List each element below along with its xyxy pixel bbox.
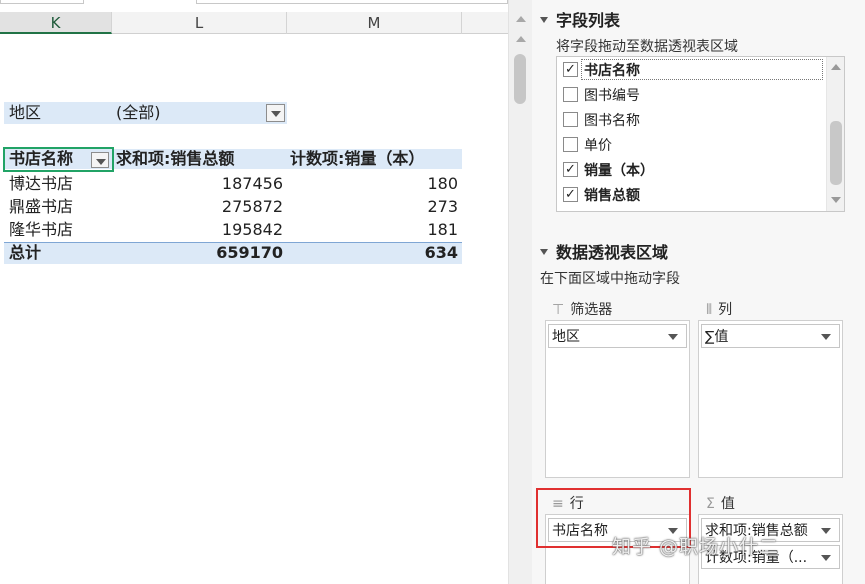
columns-area-item[interactable]: ∑值 (701, 324, 840, 348)
scrollbar-thumb[interactable] (514, 54, 526, 104)
pivot-header-quantity-count[interactable]: 计数项:销量（本） (290, 148, 424, 170)
filters-drop-area[interactable]: 地区 (545, 320, 690, 478)
checkbox-icon[interactable] (563, 136, 578, 152)
scroll-down-icon[interactable] (831, 197, 841, 203)
field-item-store-name[interactable]: ✓ 书店名称 (563, 60, 640, 82)
field-list-section-title[interactable]: 字段列表 (540, 7, 620, 31)
field-list-box: ✓ 书店名称 图书编号 图书名称 单价 ✓ 销量（本） ✓ 销售总额 (556, 56, 845, 212)
chevron-down-icon[interactable] (668, 334, 678, 340)
pivot-header-sales-sum[interactable]: 求和项:销售总额 (116, 148, 234, 170)
areas-hint: 在下面区域中拖动字段 (540, 271, 680, 287)
watermark-text: 知乎 @职场小什二 (612, 536, 780, 558)
funnel-icon: ⊤ (552, 302, 565, 318)
checkbox-icon[interactable] (563, 86, 578, 102)
field-item-book-name[interactable]: 图书名称 (563, 110, 640, 132)
field-list-title: 字段列表 (556, 11, 621, 30)
field-list-hint: 将字段拖动至数据透视表区域 (556, 39, 738, 55)
areas-title: 数据透视表区域 (556, 243, 669, 262)
checkbox-checked-icon[interactable]: ✓ (563, 186, 578, 202)
areas-section-title[interactable]: 数据透视表区域 (540, 239, 668, 263)
pivot-field-pane: 字段列表 将字段拖动至数据透视表区域 ✓ 书店名称 图书编号 图书名称 单价 ✓ 销… (532, 0, 865, 584)
checkbox-checked-icon[interactable]: ✓ (563, 161, 578, 177)
table-row-count[interactable]: 181 (287, 219, 458, 241)
filter-dropdown-icon[interactable] (266, 104, 285, 122)
name-box-edge (0, 0, 84, 4)
collapse-triangle-icon[interactable] (540, 248, 548, 255)
checkbox-checked-icon[interactable]: ✓ (563, 61, 578, 77)
chevron-down-icon[interactable] (821, 528, 831, 534)
sheet-vertical-scrollbar[interactable] (508, 0, 532, 584)
total-count[interactable]: 634 (287, 242, 458, 264)
filters-area-label: ⊤ 筛选器 (552, 302, 613, 318)
sigma-icon: Σ (706, 496, 715, 512)
table-row-sales[interactable]: 187456 (112, 173, 283, 195)
column-header-n[interactable] (462, 12, 508, 34)
table-row-count[interactable]: 273 (287, 196, 458, 218)
chevron-down-icon[interactable] (821, 334, 831, 340)
filters-area-item[interactable]: 地区 (548, 324, 687, 348)
table-row-store[interactable]: 博达书店 (9, 173, 73, 195)
scrollbar-thumb[interactable] (830, 121, 842, 185)
chevron-down-icon[interactable] (821, 555, 831, 561)
columns-area-label: ⦀ 列 (706, 302, 733, 318)
field-item-quantity[interactable]: ✓ 销量（本） (563, 160, 654, 182)
column-header-l[interactable]: L (112, 12, 287, 34)
formula-bar-edge (196, 0, 508, 4)
column-header-k[interactable]: K (0, 12, 112, 34)
table-row-sales[interactable]: 195842 (112, 219, 283, 241)
table-row-sales[interactable]: 275872 (112, 196, 283, 218)
table-row-store[interactable]: 隆华书店 (9, 219, 73, 241)
field-item-total-sales[interactable]: ✓ 销售总额 (563, 185, 640, 207)
columns-icon: ⦀ (706, 302, 713, 318)
spreadsheet-area: K L M 地区 (全部) 书店名称 求和项:销售总额 计数项:销量（本） 博达… (0, 0, 508, 584)
values-area-label: Σ值 (706, 496, 735, 512)
total-sales[interactable]: 659170 (112, 242, 283, 264)
scroll-up-icon[interactable] (516, 36, 526, 42)
field-item-book-id[interactable]: 图书编号 (563, 85, 640, 107)
table-row-store[interactable]: 鼎盛书店 (9, 196, 73, 218)
scroll-up-icon[interactable] (831, 64, 841, 70)
scroll-up-icon[interactable] (516, 16, 526, 22)
column-header-m[interactable]: M (287, 12, 462, 34)
field-list-scrollbar[interactable] (826, 57, 844, 211)
pivot-filter-value[interactable]: (全部) (116, 102, 161, 124)
column-headers: K L M (0, 12, 508, 34)
columns-drop-area[interactable]: ∑值 (698, 320, 843, 478)
active-cell-selection (3, 147, 114, 172)
checkbox-icon[interactable] (563, 111, 578, 127)
total-label[interactable]: 总计 (9, 242, 41, 264)
collapse-triangle-icon[interactable] (540, 16, 548, 23)
pivot-filter-label[interactable]: 地区 (9, 102, 41, 124)
field-item-unit-price[interactable]: 单价 (563, 135, 612, 157)
table-row-count[interactable]: 180 (287, 173, 458, 195)
